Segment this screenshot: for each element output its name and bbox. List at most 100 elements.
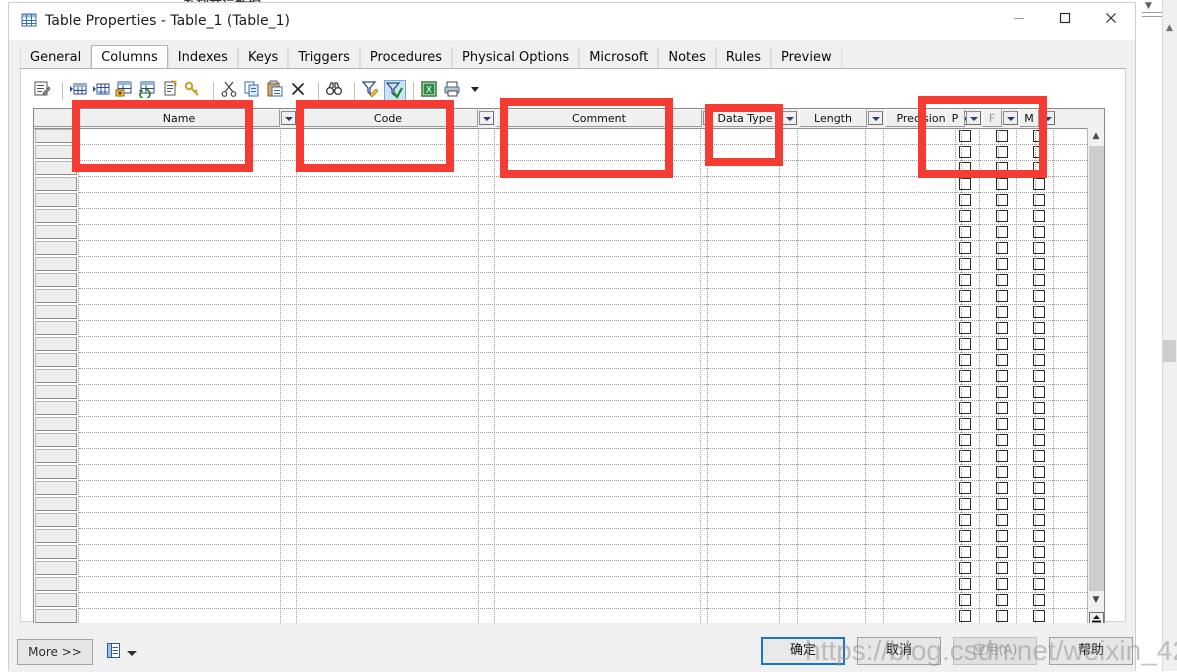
background-scrollbar-track[interactable]: [1162, 0, 1177, 671]
column-header-comment[interactable]: Comment: [496, 109, 702, 127]
row-selector[interactable]: [35, 449, 77, 463]
column-filter-dropdown-length[interactable]: [868, 111, 883, 125]
row-selector[interactable]: [35, 129, 77, 143]
background-scrollbar-up-arrow[interactable]: ▲: [1163, 22, 1176, 34]
row-selector[interactable]: [35, 177, 77, 191]
tab-keys[interactable]: Keys: [237, 47, 289, 68]
row-selector[interactable]: [35, 609, 77, 623]
column-header-datatype[interactable]: Data Type: [709, 109, 781, 127]
column-filter-dropdown-m[interactable]: [1040, 111, 1055, 125]
tab-microsoft[interactable]: Microsoft: [579, 47, 659, 68]
row-selector[interactable]: [35, 385, 77, 399]
delete-x-icon[interactable]: [289, 80, 311, 102]
column-filter-dropdown-datatype[interactable]: [782, 111, 797, 125]
row-selector[interactable]: [35, 417, 77, 431]
column-filter-dropdown-code[interactable]: [479, 111, 494, 125]
caret-down-icon[interactable]: [127, 651, 137, 656]
column-filter-dropdown-f[interactable]: [1003, 111, 1018, 125]
column-filter-dropdown-name[interactable]: [281, 111, 296, 125]
tab-physical-options[interactable]: Physical Options: [452, 47, 580, 68]
minimize-button[interactable]: [996, 3, 1042, 33]
row-selector[interactable]: [35, 145, 77, 159]
row-selector[interactable]: [35, 289, 77, 303]
new-item-icon[interactable]: [161, 80, 183, 102]
grid-body[interactable]: [34, 128, 1087, 645]
row-selector[interactable]: [35, 257, 77, 271]
row-selector[interactable]: [35, 433, 77, 447]
export-excel-icon[interactable]: X: [420, 80, 442, 102]
dialog-button-apply: 应用(A): [953, 637, 1037, 665]
row-selector[interactable]: [35, 465, 77, 479]
row-selector[interactable]: [35, 545, 77, 559]
row-selector[interactable]: [35, 321, 77, 335]
row-selector[interactable]: [35, 401, 77, 415]
edit-filter-icon[interactable]: [361, 80, 383, 102]
list-menu-icon[interactable]: [105, 642, 122, 664]
add-row-icon[interactable]: [115, 80, 137, 102]
row-selector[interactable]: [35, 353, 77, 367]
grid-header-row[interactable]: Name Code Comment Data Type Length Precision P…: [34, 109, 1104, 129]
more-button[interactable]: More >>: [17, 639, 93, 665]
column-filter-dropdown-p[interactable]: [966, 111, 981, 125]
column-header-length[interactable]: Length: [799, 109, 867, 127]
tab-preview[interactable]: Preview: [771, 47, 842, 68]
grid-toolbar[interactable]: X: [33, 80, 1113, 102]
row-selector[interactable]: [35, 561, 77, 575]
cut-icon[interactable]: [220, 80, 242, 102]
maximize-button[interactable]: [1042, 3, 1088, 33]
background-scrollbar-thumb[interactable]: [1163, 340, 1176, 362]
row-selector[interactable]: [35, 369, 77, 383]
row-selector[interactable]: [35, 305, 77, 319]
column-divider: [1016, 128, 1017, 645]
dialog-button-ok[interactable]: 确定: [761, 637, 845, 665]
column-header-code[interactable]: Code: [298, 109, 478, 127]
row-selector[interactable]: [35, 337, 77, 351]
background-scroll-up-icon[interactable]: ▼: [1142, 0, 1155, 12]
row-selector[interactable]: [35, 193, 77, 207]
row-selector[interactable]: [35, 497, 77, 511]
dialog-button-help[interactable]: 帮助: [1049, 637, 1133, 665]
tab-procedures[interactable]: Procedures: [359, 47, 453, 68]
tab-indexes[interactable]: Indexes: [167, 47, 238, 68]
column-header-f[interactable]: F: [982, 109, 1002, 127]
tab-columns[interactable]: Columns: [91, 45, 168, 68]
columns-grid[interactable]: Name Code Comment Data Type Length Precision P…: [33, 108, 1105, 646]
replace-row-icon[interactable]: [138, 80, 160, 102]
column-header-m[interactable]: M: [1019, 109, 1039, 127]
insert-row-icon[interactable]: [69, 80, 91, 102]
tab-bar[interactable]: General Columns Indexes Keys Triggers Procedu…: [20, 45, 1126, 69]
column-header-p[interactable]: P: [945, 109, 965, 127]
row-selector[interactable]: [35, 209, 77, 223]
row-selector[interactable]: [35, 241, 77, 255]
tab-rules[interactable]: Rules: [715, 47, 771, 68]
scroll-down-button[interactable]: ▼: [1088, 592, 1104, 609]
tab-triggers[interactable]: Triggers: [288, 47, 360, 68]
column-header-name[interactable]: Name: [78, 109, 280, 127]
row-selector[interactable]: [35, 273, 77, 287]
vertical-scroll-thumb[interactable]: [1089, 146, 1104, 591]
print-icon[interactable]: [443, 80, 465, 102]
dialog-titlebar[interactable]: Table Properties - Table_1 (Table_1): [9, 3, 1135, 40]
row-selector[interactable]: [35, 529, 77, 543]
tab-notes[interactable]: Notes: [658, 47, 716, 68]
close-button[interactable]: [1088, 3, 1134, 33]
dialog-button-cancel[interactable]: 取消: [857, 637, 941, 665]
key-icon[interactable]: [184, 80, 206, 102]
copy-icon[interactable]: [243, 80, 265, 102]
tab-general[interactable]: General: [20, 47, 92, 68]
row-selector[interactable]: [35, 161, 77, 175]
row-selector[interactable]: [35, 513, 77, 527]
grid-vertical-scrollbar[interactable]: ▲ ▼: [1087, 128, 1104, 645]
apply-filter-icon[interactable]: [384, 80, 406, 102]
insert-row-after-icon[interactable]: [92, 80, 114, 102]
caret-down-icon[interactable]: [466, 80, 488, 102]
row-selector[interactable]: [35, 225, 77, 239]
find-binoculars-icon[interactable]: [325, 80, 347, 102]
row-selector[interactable]: [35, 577, 77, 591]
paste-icon[interactable]: [266, 80, 288, 102]
row-selector[interactable]: [35, 593, 77, 607]
scroll-up-button[interactable]: ▲: [1088, 128, 1104, 145]
properties-icon[interactable]: [33, 80, 55, 102]
row-divider: [79, 352, 1087, 353]
row-selector[interactable]: [35, 481, 77, 495]
